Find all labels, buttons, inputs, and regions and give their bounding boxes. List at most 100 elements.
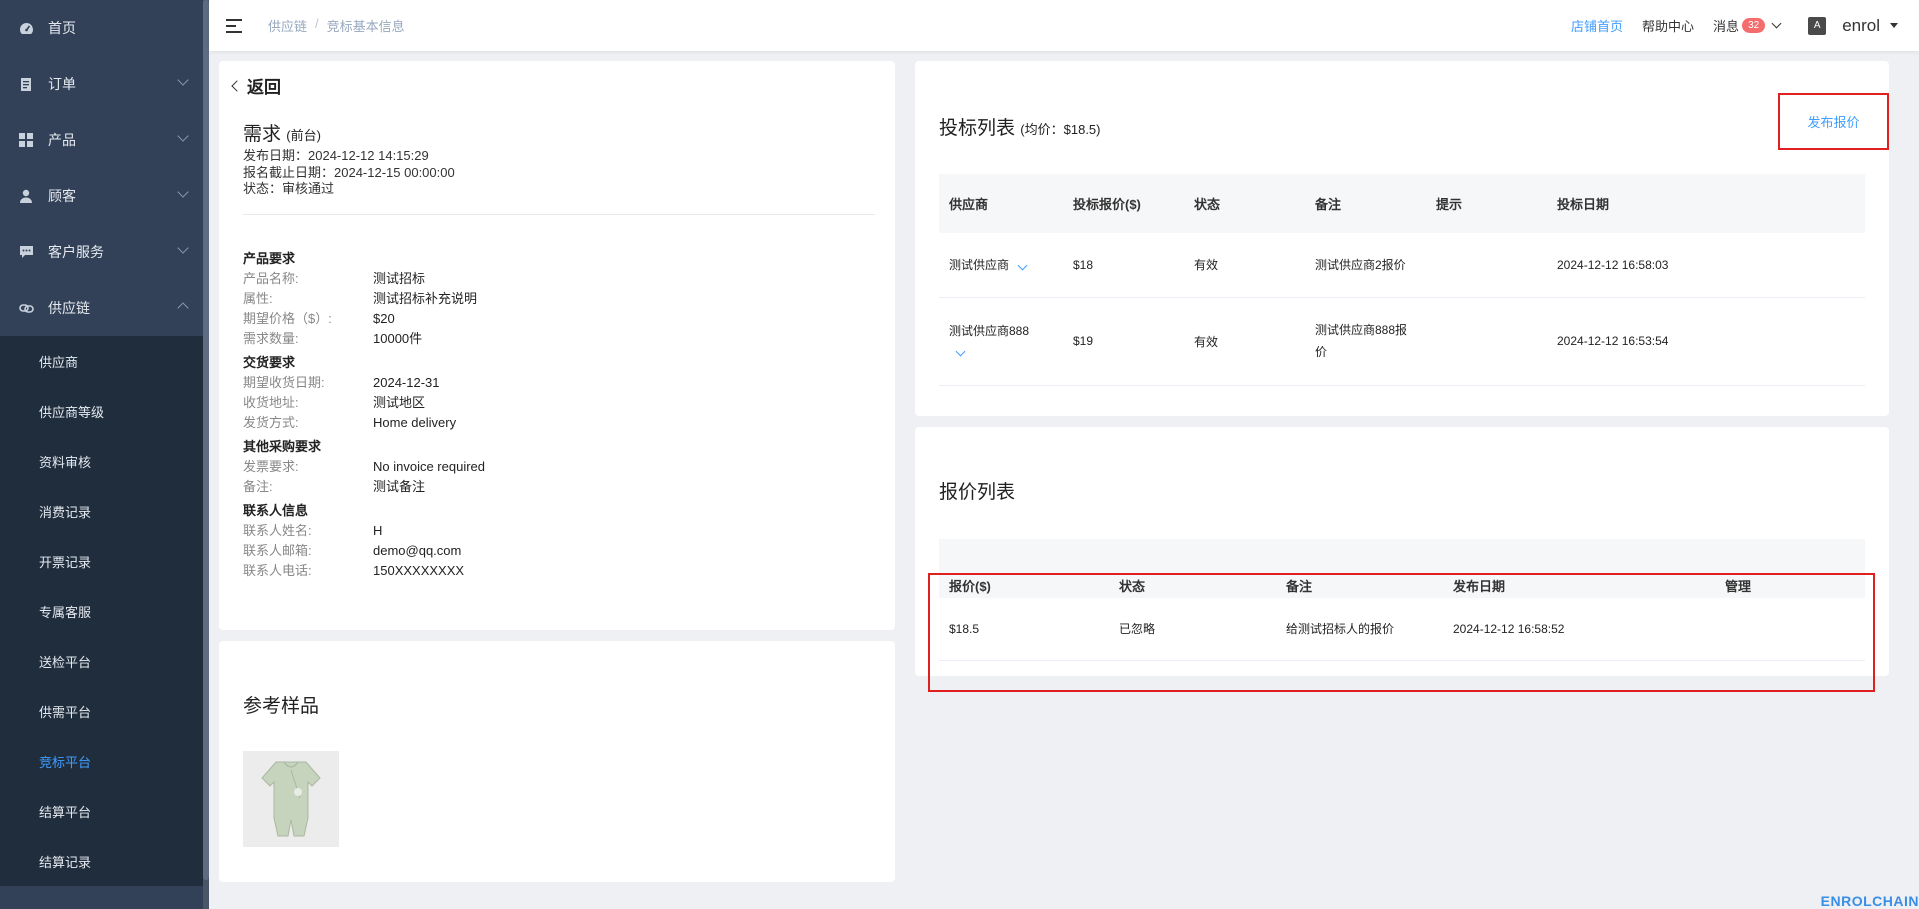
sidebar-item-document-review[interactable]: 资料审核: [0, 436, 209, 486]
column-header: 提示: [1426, 174, 1547, 233]
sidebar-item-customer-service[interactable]: 客户服务: [0, 224, 209, 280]
chevron-up-icon: [177, 302, 189, 314]
chevron-down-icon[interactable]: [1017, 260, 1028, 271]
demand-title-note: (前台): [286, 128, 321, 143]
sidebar-item-label: 顾客: [48, 188, 76, 204]
detail-row: 备注: 测试备注: [243, 477, 485, 497]
detail-row: 联系人邮箱: demo@qq.com: [243, 541, 485, 561]
bids-card: 投标列表 (均价：$18.5) 发布报价 供应商 投标报价($) 状态 备注 提…: [915, 61, 1889, 416]
chevron-down-icon: [177, 186, 189, 198]
detail-label: 联系人邮箱:: [243, 543, 312, 558]
breadcrumb-separator: /: [315, 16, 319, 31]
sidebar-item-settlement-platform[interactable]: 结算平台: [0, 786, 209, 836]
detail-label: 联系人电话:: [243, 563, 312, 578]
back-button[interactable]: 返回: [231, 73, 281, 98]
language-icon[interactable]: A: [1808, 16, 1827, 35]
supplier-cell[interactable]: 测试供应商888: [939, 297, 1063, 386]
sidebar-item-label: 产品: [48, 132, 76, 148]
detail-label: 备注:: [243, 479, 273, 494]
detail-row: 发货方式: Home delivery: [243, 413, 485, 433]
quotes-title: 报价列表: [939, 482, 1016, 503]
section-title: 交货要求: [243, 355, 296, 370]
messages-menu[interactable]: 消息 32: [1713, 16, 1782, 35]
table-row: 测试供应商888 $19 有效 测试供应商888报价 2024-12-12 16…: [939, 297, 1865, 386]
publish-date: 发布日期：2024-12-12 14:15:29: [243, 148, 429, 163]
demand-card: 返回 需求 (前台) 发布日期：2024-12-12 14:15:29 报名截止…: [219, 61, 895, 630]
detail-value: 10000件: [373, 331, 423, 346]
column-header: 备注: [1305, 174, 1426, 233]
section-title: 联系人信息: [243, 503, 309, 518]
sidebar-item-inspection-platform[interactable]: 送检平台: [0, 636, 209, 686]
back-label: 返回: [247, 78, 281, 97]
detail-label: 联系人姓名:: [243, 523, 312, 538]
message-count-badge: 32: [1742, 18, 1766, 33]
supplier-name: 测试供应商888: [949, 324, 1030, 338]
sidebar-item-label: 客户服务: [48, 244, 104, 260]
sample-card: 参考样品: [219, 641, 895, 882]
demand-meta: 发布日期：2024-12-12 14:15:29 报名截止日期：2024-12-…: [243, 148, 455, 198]
status-cell: 有效: [1184, 233, 1305, 298]
sidebar-item-supply-demand-platform[interactable]: 供需平台: [0, 686, 209, 736]
sidebar-item-bidding-platform[interactable]: 竞标平台: [0, 736, 209, 786]
highlight-box: [928, 573, 1875, 692]
sidebar-item-consumption-records[interactable]: 消费记录: [0, 486, 209, 536]
remark-cell: 测试供应商2报价: [1305, 233, 1426, 298]
messages-label: 消息: [1713, 19, 1740, 34]
detail-value: 测试招标补充说明: [373, 291, 478, 306]
supplier-cell[interactable]: 测试供应商: [939, 233, 1063, 298]
detail-row: 产品名称: 测试招标: [243, 269, 485, 289]
sidebar-item-supply-chain[interactable]: 供应链: [0, 280, 209, 336]
column-header: 供应商: [939, 174, 1063, 233]
breadcrumb-item[interactable]: 供应链: [268, 16, 307, 35]
date-cell: 2024-12-12 16:53:54: [1547, 297, 1865, 386]
detail-value: 测试地区: [373, 395, 426, 410]
sidebar-item-orders[interactable]: 订单: [0, 56, 209, 112]
brand-watermark: ENROLCHAIN: [1820, 893, 1919, 909]
chevron-down-icon: [177, 74, 189, 86]
detail-value: demo@qq.com: [373, 543, 462, 558]
detail-row: 发票要求: No invoice required: [243, 457, 485, 477]
detail-label: 发货方式:: [243, 415, 299, 430]
chevron-down-icon: [177, 130, 189, 142]
user-icon: [18, 188, 34, 204]
menu-toggle-icon[interactable]: [226, 18, 242, 33]
sidebar-item-supplier-levels[interactable]: 供应商等级: [0, 386, 209, 436]
chevron-down-icon: [177, 242, 189, 254]
chevron-down-icon[interactable]: [955, 346, 966, 357]
chat-icon: [18, 244, 34, 260]
detail-label: 收货地址:: [243, 395, 299, 410]
detail-value: Home delivery: [373, 415, 457, 430]
sidebar-item-label: 订单: [48, 76, 76, 92]
demand-title: 需求 (前台): [243, 119, 321, 146]
detail-label: 产品名称:: [243, 271, 299, 286]
publish-quote-button[interactable]: 发布报价: [1778, 93, 1889, 150]
dashboard-icon: [18, 20, 34, 36]
user-name[interactable]: enrol: [1842, 16, 1880, 36]
sample-image[interactable]: [243, 751, 339, 847]
shop-home-link[interactable]: 店铺首页: [1571, 16, 1623, 35]
detail-row: 期望价格（$）: $20: [243, 309, 485, 329]
deadline-date: 报名截止日期：2024-12-15 00:00:00: [243, 164, 455, 180]
sidebar-item-products[interactable]: 产品: [0, 112, 209, 168]
detail-row: 期望收货日期: 2024-12-31: [243, 373, 485, 393]
sidebar-item-settlement-records[interactable]: 结算记录: [0, 836, 209, 886]
caret-down-icon[interactable]: [1890, 23, 1898, 28]
sidebar-item-customers[interactable]: 顾客: [0, 168, 209, 224]
sidebar-scrollbar[interactable]: [203, 0, 209, 909]
chevron-down-icon: [1771, 18, 1782, 29]
date-cell: 2024-12-12 16:58:03: [1547, 233, 1865, 298]
bids-title: 投标列表 (均价：$18.5): [939, 113, 1101, 140]
section-title: 其他采购要求: [243, 439, 322, 454]
grid-icon: [18, 132, 34, 148]
sidebar-item-invoice-records[interactable]: 开票记录: [0, 536, 209, 586]
scroll-thumb[interactable]: [203, 0, 209, 880]
top-header: 供应链 / 竞标基本信息 店铺首页 帮助中心 消息 32 A enrol: [209, 0, 1919, 51]
sidebar-item-home[interactable]: 首页: [0, 0, 209, 56]
sidebar-item-suppliers[interactable]: 供应商: [0, 336, 209, 386]
sidebar-item-label: 首页: [48, 20, 76, 36]
sidebar-item-dedicated-service[interactable]: 专属客服: [0, 586, 209, 636]
detail-value: 测试招标: [373, 271, 426, 286]
demand-title-text: 需求: [243, 124, 282, 145]
detail-label: 发票要求:: [243, 459, 299, 474]
help-center-link[interactable]: 帮助中心: [1642, 16, 1694, 35]
